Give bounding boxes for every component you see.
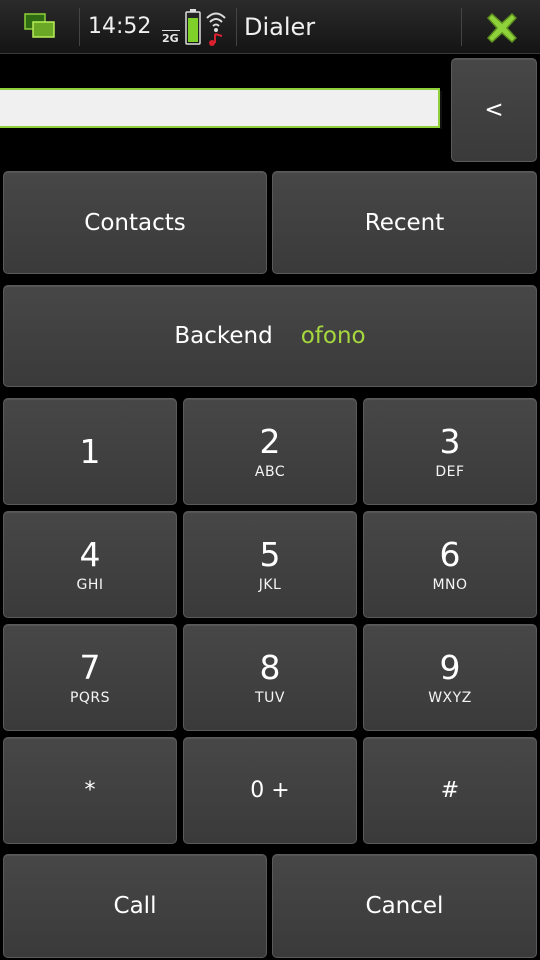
clock: 14:52 (88, 14, 152, 39)
key-9[interactable]: 9 WXYZ (363, 624, 537, 731)
key-digit: 1 (79, 431, 101, 471)
key-digit: # (440, 778, 460, 803)
key-letters: ABC (254, 463, 286, 480)
key-digit: 6 (439, 534, 461, 574)
key-2[interactable]: 2 ABC (183, 398, 357, 505)
key-digit: 3 (439, 421, 461, 461)
wifi-icon (206, 12, 226, 46)
network-type: 2G (162, 32, 179, 45)
key-digit: 5 (259, 534, 281, 574)
call-button[interactable]: Call (3, 854, 267, 958)
app-title: Dialer (244, 13, 316, 41)
key-6[interactable]: 6 MNO (363, 511, 537, 618)
battery-icon (185, 9, 201, 45)
backend-label: Backend (174, 323, 273, 349)
key-letters: MNO (432, 576, 468, 593)
contacts-label: Contacts (84, 209, 186, 236)
number-panel (0, 56, 445, 164)
key-7[interactable]: 7 PQRS (3, 624, 177, 731)
key-3[interactable]: 3 DEF (363, 398, 537, 505)
recent-button[interactable]: Recent (272, 171, 537, 274)
contacts-button[interactable]: Contacts (3, 171, 267, 274)
recent-label: Recent (364, 209, 445, 236)
key-digit: 0 + (250, 778, 290, 803)
divider (79, 8, 80, 46)
key-digit: 2 (259, 421, 281, 461)
key-8[interactable]: 8 TUV (183, 624, 357, 731)
key-letters: JKL (258, 576, 282, 593)
cancel-button[interactable]: Cancel (272, 854, 537, 958)
text-cursor (440, 91, 442, 129)
key-letters: PQRS (69, 689, 111, 706)
key-letters: GHI (76, 576, 104, 593)
key-letters: TUV (255, 689, 285, 706)
close-icon[interactable] (482, 8, 522, 48)
divider (236, 8, 237, 46)
key-letters: DEF (435, 463, 465, 480)
key-star[interactable]: * (3, 737, 177, 844)
key-1[interactable]: 1 (3, 398, 177, 505)
key-0[interactable]: 0 + (183, 737, 357, 844)
backspace-label: < (484, 97, 504, 123)
key-4[interactable]: 4 GHI (3, 511, 177, 618)
key-digit: 4 (79, 534, 101, 574)
backend-button[interactable]: Backend ofono (3, 285, 537, 387)
key-hash[interactable]: # (363, 737, 537, 844)
network-bar (162, 30, 180, 31)
divider (461, 8, 462, 46)
key-digit: 8 (259, 647, 281, 687)
key-digit: 9 (439, 647, 461, 687)
key-digit: 7 (79, 647, 101, 687)
number-input[interactable] (0, 88, 440, 128)
backend-value: ofono (300, 323, 366, 349)
key-letters: WXYZ (428, 689, 472, 706)
cancel-label: Cancel (365, 893, 444, 919)
backspace-button[interactable]: < (451, 58, 537, 162)
status-bar: 14:52 2G Dialer (0, 0, 540, 54)
key-digit: * (84, 778, 96, 803)
task-switcher-icon[interactable] (24, 13, 56, 39)
key-5[interactable]: 5 JKL (183, 511, 357, 618)
call-label: Call (113, 893, 157, 919)
